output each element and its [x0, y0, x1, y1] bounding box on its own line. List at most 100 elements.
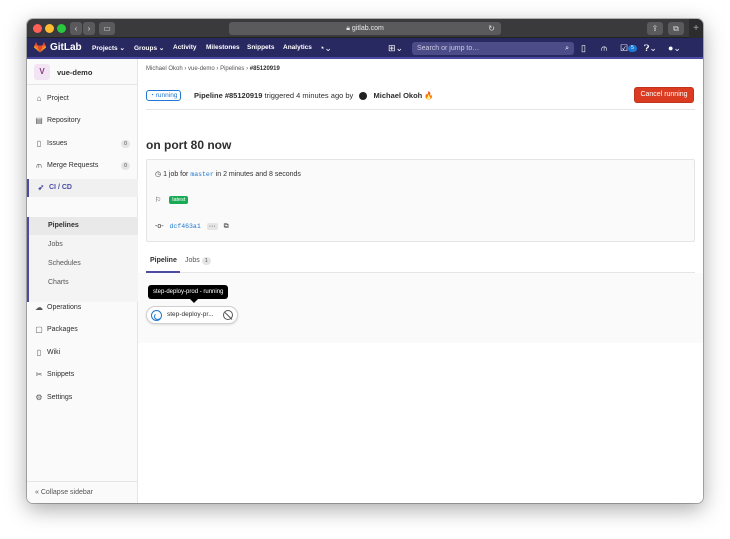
breadcrumb-current: #85120919	[249, 66, 280, 72]
user-status-emoji: 🔥	[424, 91, 434, 100]
nav-activity[interactable]: Activity	[173, 44, 196, 51]
nav-analytics[interactable]: Analytics	[283, 44, 312, 51]
sidebar-item-settings[interactable]: ⚙ Settings	[27, 389, 138, 407]
tab-pipeline[interactable]: Pipeline	[150, 257, 177, 264]
header-divider	[146, 109, 695, 110]
address-text: gitlab.com	[351, 25, 384, 32]
project-sidebar: V vue-demo ⌂ Project ▤ Repository ▯ Issu…	[27, 59, 138, 503]
jobs-count-badge: 1	[201, 257, 211, 265]
breadcrumb-pipelines[interactable]: Pipelines	[220, 66, 244, 72]
sidebar-item-repository[interactable]: ▤ Repository	[27, 112, 138, 130]
running-status-icon	[151, 310, 162, 321]
brand-name: GitLab	[50, 42, 82, 53]
share-button[interactable]: ⇪	[647, 22, 663, 35]
todos-icon[interactable]: ☑ 5	[620, 42, 637, 54]
job-tooltip: step-deploy-prod - running	[148, 285, 229, 299]
submenu-charts[interactable]: Charts	[48, 279, 69, 286]
book-icon: ▤	[35, 116, 43, 125]
sidebar-toggle-button[interactable]: ▭	[99, 22, 115, 35]
project-name: vue-demo	[57, 68, 93, 77]
commit-expand-button[interactable]: ···	[206, 223, 218, 230]
forward-button[interactable]: ›	[83, 22, 95, 35]
nav-projects[interactable]: Projects ⌄	[92, 44, 125, 52]
rocket-icon: ➶	[37, 183, 45, 192]
double-chevron-left-icon: «	[35, 489, 39, 496]
sidebar-item-project[interactable]: ⌂ Project	[27, 90, 138, 108]
issues-icon[interactable]: ▯	[581, 42, 586, 54]
wiki-icon: ▯	[36, 348, 42, 357]
active-submenu-highlight	[29, 217, 138, 235]
latest-badge: latest	[169, 196, 189, 205]
new-tab-button[interactable]: +	[689, 19, 703, 38]
project-header[interactable]: V vue-demo	[27, 59, 138, 85]
browser-window: ‹ › ▭ 🔒︎ gitlab.com ↻ ⇪ ⧉ + GitLab Proje…	[27, 19, 703, 503]
search-input[interactable]: Search or jump to… ⌕	[412, 42, 574, 55]
page-title: on port 80 now	[146, 138, 232, 152]
gauge-icon[interactable]: ◔⌄	[319, 42, 332, 54]
nav-groups[interactable]: Groups ⌄	[134, 44, 164, 52]
close-window-button[interactable]	[33, 24, 42, 33]
address-bar[interactable]: 🔒︎ gitlab.com ↻	[229, 22, 501, 35]
job-node[interactable]: step-deploy-pr...	[146, 306, 238, 324]
sidebar-item-merge-requests[interactable]: ⫙ Merge Requests 0	[27, 157, 138, 175]
package-icon: ▢	[35, 325, 43, 334]
sidebar-item-packages[interactable]: ▢ Packages	[27, 321, 138, 339]
search-placeholder: Search or jump to…	[417, 45, 480, 52]
pipeline-graph: step-deploy-prod - running step-deploy-p…	[138, 273, 703, 343]
house-icon: ⌂	[36, 94, 42, 103]
user-avatar-icon[interactable]: ●⌄	[668, 42, 681, 54]
help-icon[interactable]: ❓︎⌄	[644, 42, 657, 54]
running-status-icon: ◔	[150, 92, 154, 99]
submenu-jobs[interactable]: Jobs	[48, 241, 63, 248]
back-button[interactable]: ‹	[70, 22, 82, 35]
browser-toolbar: ‹ › ▭ 🔒︎ gitlab.com ↻ ⇪ ⧉ +	[27, 19, 703, 38]
sidebar-item-cicd[interactable]: ➶ CI / CD	[27, 179, 138, 197]
sidebar-item-operations[interactable]: ☁ Operations	[27, 299, 138, 317]
lock-icon: 🔒︎	[346, 25, 350, 32]
gitlab-logo[interactable]: GitLab	[34, 42, 82, 53]
pipeline-info-box: ◷ 1 job for master in 2 minutes and 8 se…	[146, 159, 695, 242]
pipeline-trigger-text: triggered 4 minutes ago by	[264, 91, 354, 100]
reload-icon[interactable]: ↻	[488, 22, 495, 35]
cancel-running-button[interactable]: Cancel running	[634, 87, 694, 103]
cancel-job-icon[interactable]	[223, 310, 233, 320]
job-name: step-deploy-pr...	[167, 311, 214, 318]
cicd-submenu: Pipelines Jobs Schedules Charts	[27, 217, 138, 302]
merge-requests-count-badge: 0	[120, 162, 130, 170]
gear-icon: ⚙	[35, 393, 43, 402]
status-badge[interactable]: ◔ running	[146, 90, 182, 101]
commit-sha-link[interactable]: dcf463a1	[170, 223, 201, 230]
branch-link[interactable]: master	[190, 171, 213, 178]
collapse-sidebar-button[interactable]: « Collapse sidebar	[27, 481, 138, 503]
commit-icon: -o-	[155, 223, 164, 230]
tabs-overview-button[interactable]: ⧉	[668, 22, 684, 35]
sidebar-item-snippets[interactable]: ✂ Snippets	[27, 366, 138, 384]
nav-snippets[interactable]: Snippets	[247, 44, 274, 51]
search-icon: ⌕	[565, 45, 569, 52]
zoom-window-button[interactable]	[57, 24, 66, 33]
merge-request-icon[interactable]: ⫙	[601, 42, 607, 54]
merge-icon: ⫙	[36, 161, 42, 170]
sidebar-item-wiki[interactable]: ▯ Wiki	[27, 344, 138, 362]
main-content: Michael Okoh › vue-demo › Pipelines › #8…	[138, 59, 703, 503]
breadcrumb-user[interactable]: Michael Okoh	[146, 66, 183, 72]
tab-jobs[interactable]: Jobs 1	[185, 257, 211, 265]
plus-square-icon[interactable]: ⊞⌄	[388, 42, 403, 54]
flag-icon: ⚐	[155, 197, 162, 204]
gitlab-navbar: GitLab Projects ⌄ Groups ⌄ Activity Mile…	[27, 38, 703, 59]
nav-milestones[interactable]: Milestones	[206, 44, 240, 51]
minimize-window-button[interactable]	[45, 24, 54, 33]
submenu-pipelines[interactable]: Pipelines	[48, 222, 79, 229]
cloud-icon: ☁	[35, 303, 43, 312]
pipeline-user[interactable]: Michael Okoh	[373, 91, 422, 100]
submenu-schedules[interactable]: Schedules	[48, 260, 81, 267]
breadcrumb-project[interactable]: vue-demo	[188, 66, 215, 72]
todo-count-badge: 5	[628, 45, 637, 53]
project-avatar: V	[34, 64, 50, 80]
avatar[interactable]	[359, 92, 368, 101]
pipeline-header-text: Pipeline #85120919 triggered 4 minutes a…	[194, 91, 434, 101]
breadcrumb: Michael Okoh › vue-demo › Pipelines › #8…	[146, 66, 280, 72]
tags-row: ⚐ latest	[155, 196, 189, 205]
sidebar-item-issues[interactable]: ▯ Issues 0	[27, 135, 138, 153]
copy-icon[interactable]: ⧉	[224, 223, 229, 230]
